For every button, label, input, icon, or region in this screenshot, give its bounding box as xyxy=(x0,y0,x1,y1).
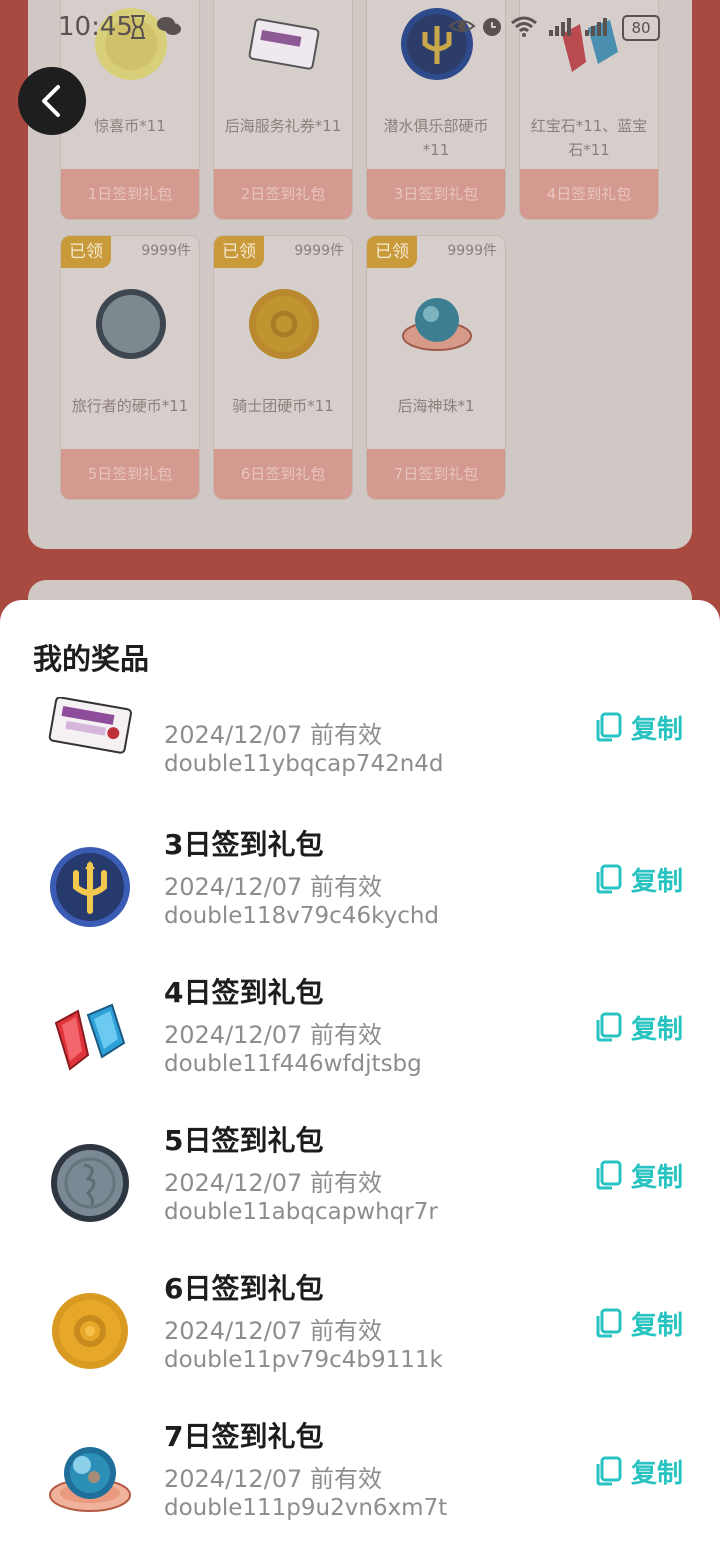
chevron-left-icon xyxy=(42,85,60,117)
copy-button[interactable]: 复制 xyxy=(593,1155,683,1195)
copy-button[interactable]: 复制 xyxy=(593,1303,683,1343)
claimed-badge: 已领 xyxy=(367,236,417,268)
claimed-badge: 已领 xyxy=(61,236,111,268)
sheet-title: 我的奖品 xyxy=(33,642,150,676)
prize-item: 4日签到礼包 2024/12/07 前有效 double11f446wfdjts… xyxy=(0,955,720,1103)
gift-name: 旅行者的硬币*11 xyxy=(71,397,189,415)
gift-footer[interactable]: 3日签到礼包 xyxy=(367,169,505,219)
wechat-icon xyxy=(157,17,181,35)
prize-code: double11f446wfdjtsbg xyxy=(164,1051,422,1077)
copy-icon xyxy=(596,1160,622,1190)
gems-icon xyxy=(54,1003,126,1071)
copy-button[interactable]: 复制 xyxy=(593,1007,683,1047)
hourglass-icon xyxy=(131,15,145,39)
copy-button[interactable]: 复制 xyxy=(593,1451,683,1491)
trident-coin-icon xyxy=(50,847,130,927)
alarm-icon xyxy=(483,18,501,36)
signal-icon xyxy=(549,18,607,36)
copy-icon xyxy=(596,1308,622,1338)
gift-panel: 惊喜币*11 1日签到礼包 后海服务礼券*11 2日签到礼包 潜水俱乐部硬币*1… xyxy=(28,0,692,549)
gift-footer[interactable]: 7日签到礼包 xyxy=(367,449,505,499)
gift-name: 后海神珠*1 xyxy=(397,397,475,415)
knight-coin-icon xyxy=(249,289,319,359)
gift-card-7: 已领 9999件 后海神珠*1 7日签到礼包 xyxy=(366,235,506,500)
status-bar: 10:45 80 xyxy=(0,0,720,56)
copy-icon xyxy=(596,1012,622,1042)
gift-name: 骑士团硬币*11 xyxy=(232,397,334,415)
pearl-icon xyxy=(402,298,472,351)
prize-item: 6日签到礼包 2024/12/07 前有效 double11pv79c4b911… xyxy=(0,1251,720,1399)
gift-footer[interactable]: 2日签到礼包 xyxy=(214,169,352,219)
copy-button[interactable]: 复制 xyxy=(593,859,683,899)
gift-footer[interactable]: 4日签到礼包 xyxy=(520,169,658,219)
battery-indicator: 80 xyxy=(622,15,660,41)
gift-name: 潜水俱乐部硬币*11 xyxy=(383,117,489,159)
copy-icon xyxy=(596,712,622,742)
prize-item: 5日签到礼包 2024/12/07 前有效 double11abqcapwhqr… xyxy=(0,1103,720,1251)
copy-button[interactable]: 复制 xyxy=(593,707,683,747)
my-prizes-sheet: 我的奖品 2024/12/07 前有效 double11ybqcap742n4d… xyxy=(0,600,720,1560)
copy-icon xyxy=(596,1456,622,1486)
pearl-icon xyxy=(49,1447,131,1512)
prize-title: 7日签到礼包 xyxy=(164,1420,324,1453)
prize-title: 3日签到礼包 xyxy=(164,828,324,861)
voucher-icon xyxy=(48,697,132,754)
copy-label: 复制 xyxy=(631,866,684,897)
wifi-icon xyxy=(511,16,537,37)
prize-item: 2024/12/07 前有效 double11ybqcap742n4d 复制 xyxy=(0,697,720,807)
gift-footer[interactable]: 5日签到礼包 xyxy=(61,449,199,499)
gift-footer[interactable]: 1日签到礼包 xyxy=(61,169,199,219)
gift-name: 后海服务礼券*11 xyxy=(224,117,342,135)
valid-date: 2024/12/07 前有效 xyxy=(164,1021,382,1049)
gift-name: 红宝石*11、蓝宝石*11 xyxy=(530,117,648,159)
back-button[interactable] xyxy=(18,67,86,135)
stock-count: 9999件 xyxy=(294,243,344,259)
copy-icon xyxy=(596,864,622,894)
prize-title: 4日签到礼包 xyxy=(164,976,324,1009)
prize-title: 6日签到礼包 xyxy=(164,1272,324,1305)
eye-icon xyxy=(448,20,476,32)
copy-label: 复制 xyxy=(631,1310,684,1341)
copy-label: 复制 xyxy=(631,1014,684,1045)
copy-label: 复制 xyxy=(631,1162,684,1193)
prize-code: double11abqcapwhqr7r xyxy=(164,1199,438,1225)
gift-footer[interactable]: 6日签到礼包 xyxy=(214,449,352,499)
copy-label: 复制 xyxy=(631,714,684,745)
prize-code: double118v79c46kychd xyxy=(164,903,440,929)
gift-card-6: 已领 9999件 骑士团硬币*11 6日签到礼包 xyxy=(213,235,353,500)
valid-date: 2024/12/07 前有效 xyxy=(164,721,382,749)
traveler-coin-icon xyxy=(96,289,166,359)
valid-date: 2024/12/07 前有效 xyxy=(164,1317,382,1345)
traveler-coin-icon xyxy=(51,1144,129,1222)
prize-code: double111p9u2vn6xm7t xyxy=(164,1495,448,1521)
prize-code: double11pv79c4b9111k xyxy=(164,1347,443,1373)
valid-date: 2024/12/07 前有效 xyxy=(164,1465,382,1493)
valid-date: 2024/12/07 前有效 xyxy=(164,1169,382,1197)
claimed-badge: 已领 xyxy=(214,236,264,268)
valid-date: 2024/12/07 前有效 xyxy=(164,873,382,901)
prize-item: 7日签到礼包 2024/12/07 前有效 double111p9u2vn6xm… xyxy=(0,1399,720,1547)
stock-count: 9999件 xyxy=(447,243,497,259)
prize-title: 5日签到礼包 xyxy=(164,1124,324,1157)
gift-card-5: 已领 9999件 旅行者的硬币*11 5日签到礼包 xyxy=(60,235,200,500)
status-time: 10:45 xyxy=(58,12,133,42)
stock-count: 9999件 xyxy=(141,243,191,259)
copy-label: 复制 xyxy=(631,1458,684,1489)
prize-item: 3日签到礼包 2024/12/07 前有效 double118v79c46kyc… xyxy=(0,807,720,955)
knight-coin-icon xyxy=(52,1293,128,1369)
prize-code: double11ybqcap742n4d xyxy=(164,751,444,777)
